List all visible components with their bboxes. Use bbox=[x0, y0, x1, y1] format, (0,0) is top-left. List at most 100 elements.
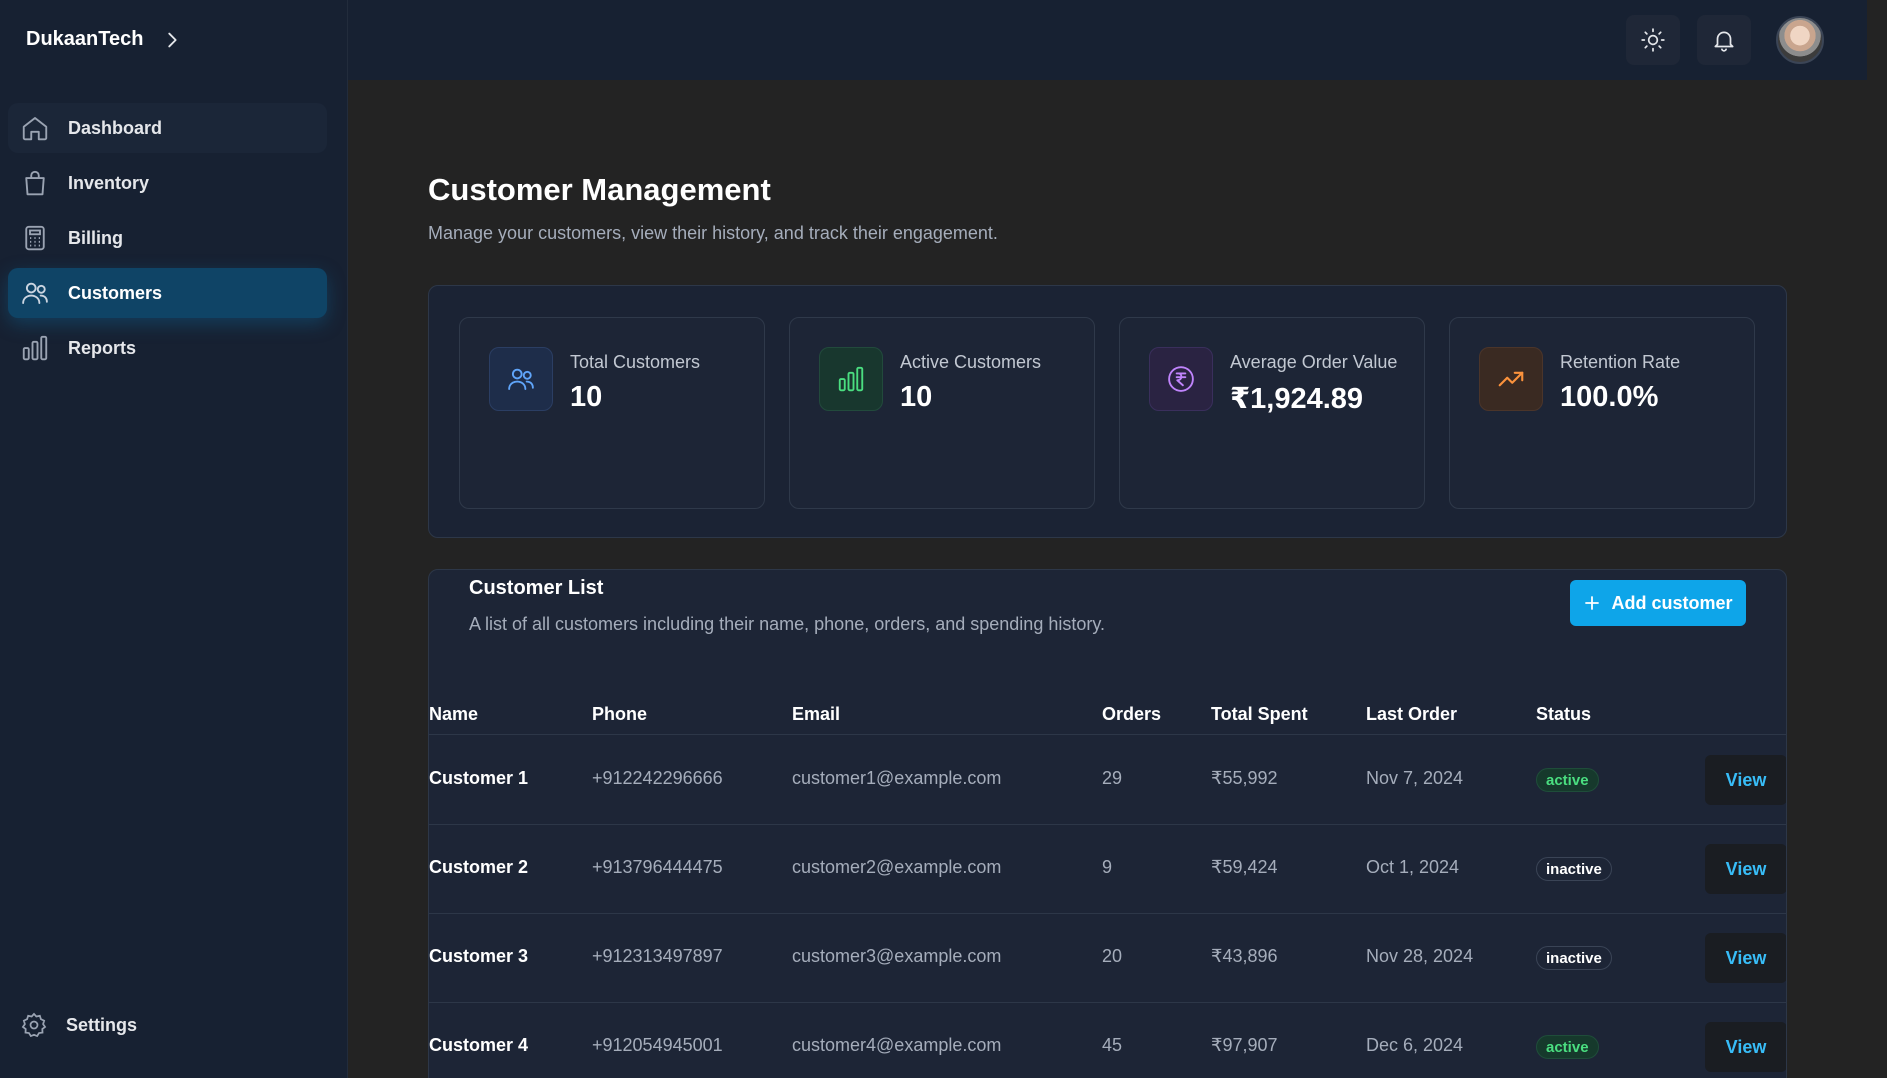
table-row: Customer 4 +912054945001 customer4@examp… bbox=[429, 1003, 1786, 1078]
stat-icon-box bbox=[489, 347, 553, 411]
column-header-email[interactable]: Email bbox=[792, 704, 840, 725]
add-customer-button[interactable]: Add customer bbox=[1570, 580, 1746, 626]
sidebar-item-inventory[interactable]: Inventory bbox=[8, 158, 327, 208]
stat-value: 100.0% bbox=[1560, 381, 1659, 413]
sidebar-item-reports[interactable]: Reports bbox=[8, 323, 327, 373]
customer-phone: +912242296666 bbox=[592, 768, 723, 788]
table-row: Customer 1 +912242296666 customer1@examp… bbox=[429, 736, 1786, 825]
stats-panel: Total Customers 10 Active Customers 10 A… bbox=[428, 285, 1787, 538]
customer-list-subtitle: A list of all customers including their … bbox=[469, 614, 1106, 634]
column-header-orders[interactable]: Orders bbox=[1102, 704, 1161, 725]
stat-card-average-order-value: Average Order Value ₹1,924.89 bbox=[1119, 317, 1425, 509]
table-header: Name Phone Email Orders Total Spent Last… bbox=[429, 698, 1786, 735]
table-row: Customer 3 +912313497897 customer3@examp… bbox=[429, 914, 1786, 1003]
customer-name: Customer 3 bbox=[429, 946, 529, 966]
sun-icon bbox=[1641, 28, 1665, 52]
view-customer-button[interactable]: View bbox=[1705, 844, 1786, 894]
customer-total-spent: ₹43,896 bbox=[1211, 946, 1278, 966]
customer-phone: +912313497897 bbox=[592, 946, 723, 966]
customer-email: customer1@example.com bbox=[792, 768, 1002, 788]
column-header-status[interactable]: Status bbox=[1536, 704, 1591, 725]
customer-orders: 45 bbox=[1102, 1035, 1123, 1055]
chevron-right-icon[interactable] bbox=[161, 29, 183, 51]
customer-email: customer2@example.com bbox=[792, 857, 1002, 877]
customer-email: customer3@example.com bbox=[792, 946, 1002, 966]
sidebar-item-dashboard[interactable]: Dashboard bbox=[8, 103, 327, 153]
customer-total-spent: ₹59,424 bbox=[1211, 857, 1278, 877]
customer-last-order: Nov 28, 2024 bbox=[1366, 946, 1474, 966]
home-icon bbox=[22, 117, 48, 141]
settings-label: Settings bbox=[66, 1014, 138, 1035]
table-row: Customer 2 +913796444475 customer2@examp… bbox=[429, 825, 1786, 914]
column-header-phone[interactable]: Phone bbox=[592, 704, 647, 725]
brand[interactable]: DukaanTech bbox=[26, 28, 183, 51]
stat-card-total-customers: Total Customers 10 bbox=[459, 317, 765, 509]
customer-list-title: Customer List bbox=[469, 577, 604, 599]
column-header-name[interactable]: Name bbox=[429, 704, 478, 725]
customer-last-order: Dec 6, 2024 bbox=[1366, 1035, 1464, 1055]
stat-value: 10 bbox=[570, 381, 603, 413]
sidebar-item-label: Reports bbox=[68, 337, 137, 358]
status-badge: active bbox=[1536, 768, 1599, 792]
stat-label: Retention Rate bbox=[1560, 352, 1681, 372]
customer-phone: +913796444475 bbox=[592, 857, 723, 877]
customer-last-order: Nov 7, 2024 bbox=[1366, 768, 1464, 788]
stat-icon-box bbox=[819, 347, 883, 411]
status-badge: inactive bbox=[1536, 946, 1612, 970]
customer-email: customer4@example.com bbox=[792, 1035, 1002, 1055]
status-badge: active bbox=[1536, 1035, 1599, 1059]
stat-icon-box bbox=[1149, 347, 1213, 411]
stat-card-active-customers: Active Customers 10 bbox=[789, 317, 1095, 509]
stat-card-retention-rate: Retention Rate 100.0% bbox=[1449, 317, 1755, 509]
column-header-total-spent[interactable]: Total Spent bbox=[1211, 704, 1308, 725]
sidebar-item-customers[interactable]: Customers bbox=[8, 268, 327, 318]
page-title: Customer Management bbox=[428, 172, 771, 207]
page-subtitle: Manage your customers, view their histor… bbox=[428, 223, 998, 243]
sidebar-item-settings[interactable]: Settings bbox=[20, 1011, 137, 1039]
stat-label: Active Customers bbox=[900, 352, 1042, 372]
customer-list-panel: Customer List A list of all customers in… bbox=[428, 569, 1787, 1078]
customer-name: Customer 4 bbox=[429, 1035, 529, 1055]
customer-name: Customer 1 bbox=[429, 768, 529, 788]
scrollbar[interactable] bbox=[1867, 0, 1887, 1078]
plus-icon bbox=[1585, 596, 1600, 610]
sidebar-item-label: Inventory bbox=[68, 172, 150, 193]
view-customer-button[interactable]: View bbox=[1705, 933, 1786, 983]
stat-value: ₹1,924.89 bbox=[1230, 383, 1364, 415]
trending-up-icon bbox=[1498, 371, 1524, 387]
shopping-bag-icon bbox=[25, 170, 45, 196]
sidebar-item-label: Dashboard bbox=[68, 117, 163, 138]
stat-label: Average Order Value bbox=[1230, 352, 1398, 372]
view-customer-button[interactable]: View bbox=[1705, 1022, 1786, 1072]
stat-value: 10 bbox=[900, 381, 933, 413]
customer-total-spent: ₹55,992 bbox=[1211, 768, 1278, 788]
stat-label: Total Customers bbox=[570, 352, 701, 372]
user-avatar[interactable] bbox=[1776, 16, 1824, 64]
customer-last-order: Oct 1, 2024 bbox=[1366, 857, 1460, 877]
customer-phone: +912054945001 bbox=[592, 1035, 723, 1055]
sidebar-nav: Dashboard Inventory Billing Customers Re… bbox=[8, 103, 327, 378]
column-header-last-order[interactable]: Last Order bbox=[1366, 704, 1457, 725]
brand-name: DukaanTech bbox=[26, 28, 144, 50]
theme-toggle-button[interactable] bbox=[1626, 15, 1680, 65]
stat-icon-box bbox=[1479, 347, 1543, 411]
add-customer-label: Add customer bbox=[1611, 592, 1733, 613]
customer-orders: 20 bbox=[1102, 946, 1123, 966]
users-icon bbox=[22, 282, 48, 304]
customer-name: Customer 2 bbox=[429, 857, 529, 877]
view-customer-button[interactable]: View bbox=[1705, 755, 1786, 805]
sidebar-item-label: Customers bbox=[68, 282, 163, 303]
sidebar-item-label: Billing bbox=[68, 227, 123, 248]
customer-orders: 29 bbox=[1102, 768, 1123, 788]
customer-total-spent: ₹97,907 bbox=[1211, 1035, 1278, 1055]
status-badge: inactive bbox=[1536, 857, 1612, 881]
rupee-icon bbox=[1168, 366, 1194, 392]
sidebar: DukaanTech Dashboard Inventory Billing C… bbox=[0, 0, 348, 1078]
sidebar-item-billing[interactable]: Billing bbox=[8, 213, 327, 263]
notifications-button[interactable] bbox=[1697, 15, 1751, 65]
customer-orders: 9 bbox=[1102, 857, 1113, 877]
calculator-icon bbox=[25, 225, 45, 251]
gear-icon bbox=[21, 1012, 47, 1038]
bar-chart-icon bbox=[838, 366, 864, 392]
users-icon bbox=[508, 368, 534, 390]
